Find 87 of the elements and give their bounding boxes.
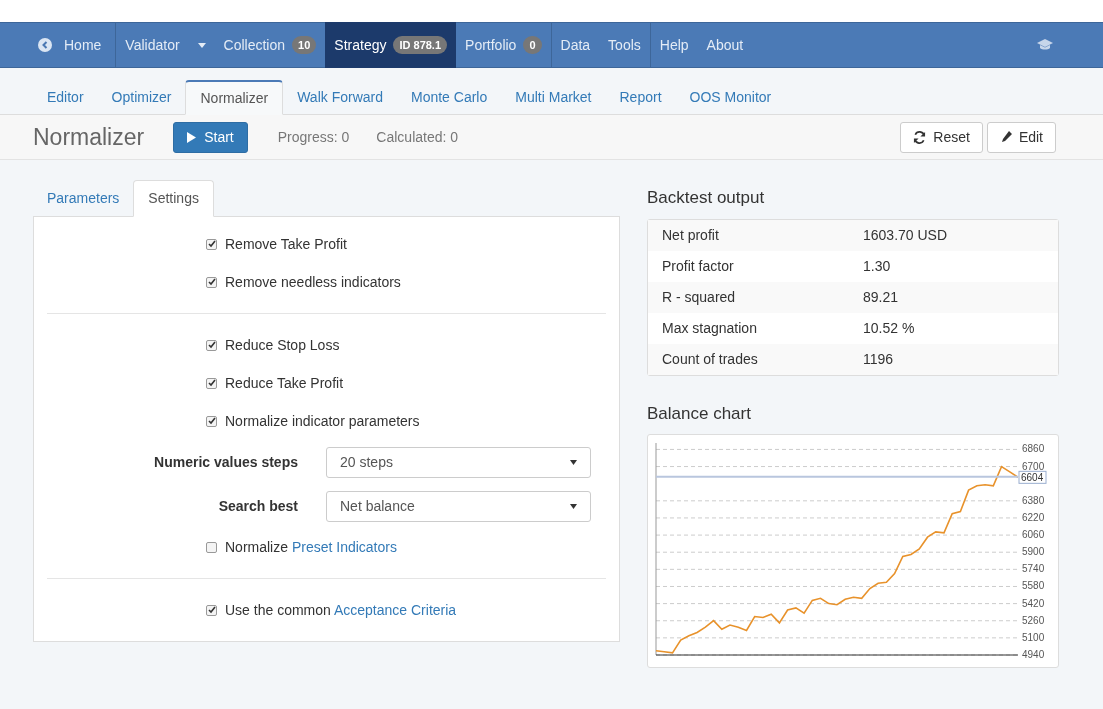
play-icon (187, 131, 197, 143)
table-cell-text: 1603.70 USD (863, 225, 948, 245)
reset-button[interactable]: Reset (900, 121, 983, 153)
settings-link[interactable]: Acceptance Criteria (333, 601, 457, 618)
caret-icon (570, 503, 577, 509)
count-badge: ID 878.1 (393, 35, 448, 55)
tool-tab[interactable]: Report (605, 80, 676, 115)
option-label: Normalize (225, 538, 288, 555)
axis-tick-label: 5260 (1022, 614, 1045, 626)
nav-item[interactable]: Home (0, 22, 116, 68)
axis-tick-label: 6220 (1022, 511, 1045, 523)
start-button[interactable]: Start (173, 121, 248, 153)
nav-item[interactable]: Help (649, 22, 698, 68)
page-title: Normalizer (33, 122, 145, 152)
table-cell-text: 1196 (863, 349, 894, 369)
option-label: Reduce Stop Loss (225, 336, 340, 353)
tool-tab[interactable]: Editor (33, 80, 98, 115)
count-badge: 0 (523, 35, 542, 55)
table-cell-text: 89.21 (863, 287, 899, 307)
nav-item[interactable]: About (697, 22, 753, 68)
axis-tick-label: 5100 (1022, 631, 1045, 643)
option-label: Normalize indicator parameters (225, 412, 420, 429)
tool-tab[interactable]: Normalizer (185, 80, 284, 115)
axis-tick-label: 5580 (1022, 580, 1045, 592)
axis-tick-label: 5740 (1022, 563, 1045, 575)
table-cell-text: 10.52 % (863, 318, 915, 338)
edit-button[interactable]: Edit (986, 121, 1056, 153)
count-badge: 10 (292, 35, 317, 55)
table-cell-text: Net profit (661, 225, 720, 245)
panel-tab[interactable]: Parameters (33, 180, 134, 217)
tool-tab[interactable]: Monte Carlo (397, 80, 502, 115)
checkbox[interactable] (206, 415, 217, 427)
section-title: Backtest output (647, 187, 766, 209)
table-cell-text: 1.30 (863, 256, 891, 276)
caret-icon (197, 42, 206, 48)
field-label: Search best (217, 496, 299, 516)
option-label: Remove Take Profit (225, 235, 347, 252)
check-icon (207, 341, 216, 349)
select-field[interactable]: 20 steps (326, 446, 591, 478)
axis-tick-label: 6700 (1022, 460, 1045, 472)
check-icon (207, 417, 216, 425)
option-label: Remove needless indicators (225, 273, 401, 290)
check-icon (207, 379, 216, 387)
axis-tick-label: 5900 (1022, 546, 1045, 558)
back-icon (38, 38, 52, 52)
nav-item[interactable]: Tools (599, 22, 650, 68)
tool-tab[interactable]: Optimizer (97, 80, 186, 115)
checkbox[interactable] (206, 339, 217, 351)
checkbox[interactable] (206, 238, 217, 250)
panel-tab[interactable]: Settings (133, 180, 214, 217)
axis-tick-label: 6060 (1022, 529, 1045, 541)
table-cell-text: Profit factor (661, 256, 735, 276)
checkbox[interactable] (206, 276, 217, 288)
nav-item[interactable]: Strategy ID 878.1 (325, 22, 457, 68)
check-icon (207, 606, 216, 614)
field-label: Numeric values steps (153, 452, 299, 472)
tool-tab[interactable]: OOS Monitor (675, 80, 786, 115)
nav-item[interactable]: Collection 10 (214, 22, 326, 68)
option-label: Reduce Take Profit (225, 374, 344, 391)
nav-item[interactable]: Validator (115, 22, 215, 68)
tool-tab[interactable]: Multi Market (501, 80, 606, 115)
axis-tick-label: 6860 (1022, 443, 1045, 455)
nav-item[interactable]: Data (550, 22, 600, 68)
caret-icon (570, 459, 577, 465)
check-icon (207, 278, 216, 286)
axis-tick-label: 5420 (1022, 597, 1045, 609)
pencil-icon (999, 131, 1012, 143)
check-icon (207, 240, 216, 248)
table-cell-text: Count of trades (661, 349, 759, 369)
tool-tab[interactable]: Walk Forward (283, 80, 397, 115)
progress-text: Progress: 0 (277, 127, 350, 147)
table-cell-text: Max stagnation (661, 318, 758, 338)
section-title: Balance chart (647, 402, 752, 425)
calculated-text: Calculated: 0 (376, 127, 459, 147)
option-label: Use the common (225, 601, 331, 618)
current-value-label: 6604 (1018, 470, 1047, 484)
nav-item[interactable]: Portfolio 0 (456, 22, 551, 68)
settings-link[interactable]: Preset Indicators (291, 538, 397, 555)
axis-tick-label: 4940 (1022, 649, 1045, 660)
table-cell-text: R - squared (661, 287, 737, 307)
select-field[interactable]: Net balance (326, 490, 591, 522)
checkbox[interactable] (206, 377, 217, 389)
refresh-icon (913, 130, 927, 144)
checkbox[interactable] (206, 604, 217, 616)
graduation-cap-icon[interactable] (1037, 39, 1053, 51)
checkbox[interactable] (206, 541, 217, 553)
axis-tick-label: 6380 (1022, 494, 1045, 506)
